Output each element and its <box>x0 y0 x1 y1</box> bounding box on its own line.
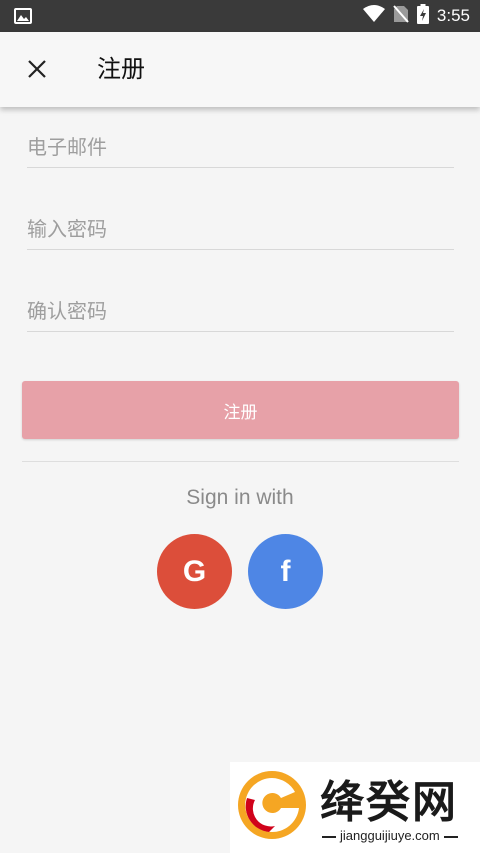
email-field-container <box>27 128 454 168</box>
watermark-logo-icon <box>238 771 306 839</box>
sign-in-with-label: Sign in with <box>186 486 294 509</box>
status-bar: 3:55 <box>0 0 480 32</box>
battery-charging-icon <box>416 4 429 28</box>
page-title: 注册 <box>97 55 145 83</box>
wifi-icon <box>362 5 385 27</box>
watermark-title: 绛癸网 <box>320 777 458 828</box>
no-sim-icon <box>393 5 409 27</box>
facebook-signin-button[interactable]: f <box>248 534 323 609</box>
close-icon <box>28 60 46 78</box>
watermark: 绛癸网 jiangguijiuye.com <box>230 762 480 853</box>
email-field[interactable] <box>27 128 454 166</box>
image-notification-icon <box>14 8 32 24</box>
confirm-password-field[interactable] <box>27 292 454 330</box>
google-signin-button[interactable]: G <box>157 534 232 609</box>
password-field[interactable] <box>27 210 454 248</box>
confirm-password-field-container <box>27 292 454 332</box>
close-button[interactable] <box>20 52 54 86</box>
app-bar: 注册 <box>0 32 480 107</box>
status-time: 3:55 <box>436 6 470 25</box>
facebook-icon: f <box>280 554 291 588</box>
register-button[interactable]: 注册 <box>22 381 459 439</box>
password-field-container <box>27 210 454 250</box>
status-indicators: 3:55 <box>362 0 470 32</box>
google-icon: G <box>182 554 207 588</box>
watermark-url: jiangguijiuye.com <box>318 828 462 843</box>
divider <box>22 461 459 462</box>
